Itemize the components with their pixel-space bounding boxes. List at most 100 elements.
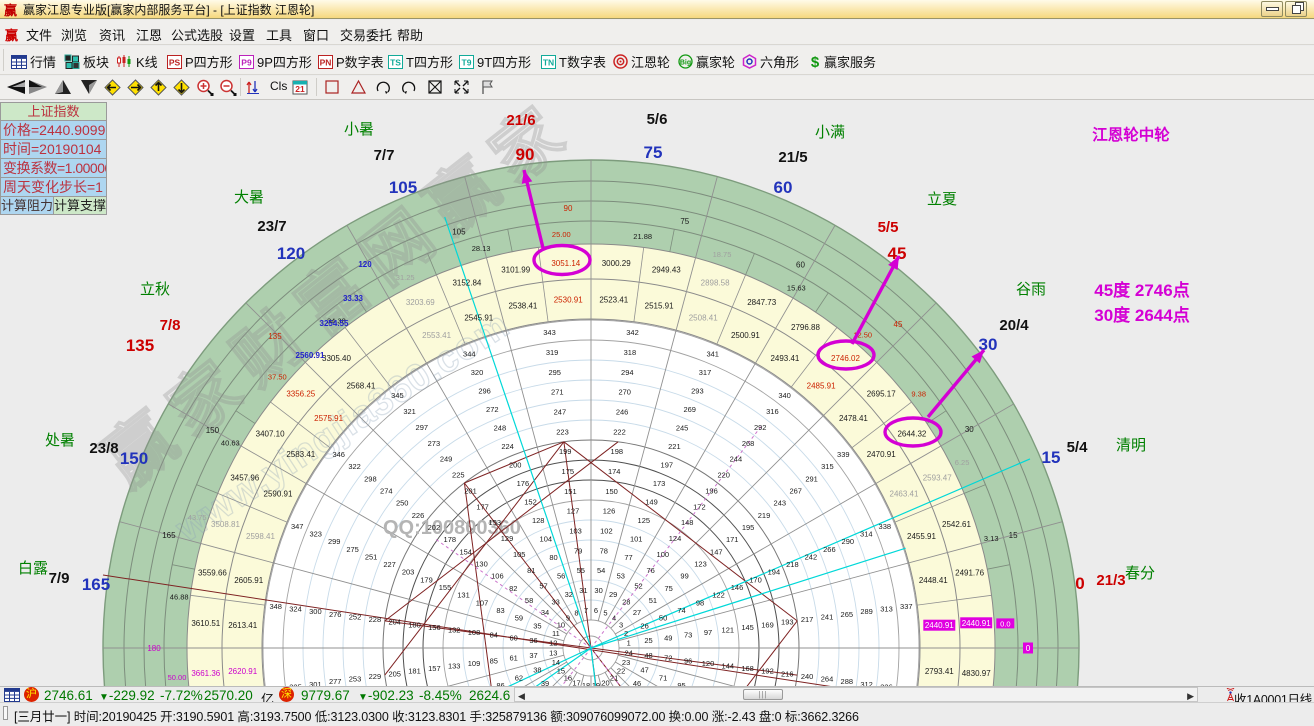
svg-text:174: 174 <box>608 467 621 476</box>
svg-text:148: 148 <box>681 518 694 527</box>
svg-text:31: 31 <box>579 586 587 595</box>
svg-text:59: 59 <box>515 614 523 623</box>
svg-text:154: 154 <box>459 547 472 556</box>
svg-text:46.88: 46.88 <box>170 592 189 601</box>
svg-text:2538.41: 2538.41 <box>508 302 537 311</box>
svg-text:81: 81 <box>527 566 535 575</box>
svg-text:198: 198 <box>611 447 624 456</box>
svg-text:96: 96 <box>684 656 692 665</box>
svg-text:248: 248 <box>494 424 507 433</box>
svg-text:339: 339 <box>837 450 850 459</box>
svg-text:13: 13 <box>549 649 557 658</box>
svg-text:244: 244 <box>730 455 743 464</box>
svg-text:2898.58: 2898.58 <box>701 279 730 288</box>
svg-text:2793.41: 2793.41 <box>925 667 954 676</box>
svg-text:323: 323 <box>309 530 322 539</box>
svg-text:274: 274 <box>380 486 393 495</box>
svg-text:314: 314 <box>860 530 873 539</box>
svg-text:20: 20 <box>601 679 609 686</box>
svg-text:120: 120 <box>702 659 715 668</box>
svg-text:TS: TS <box>390 57 401 67</box>
svg-text:23: 23 <box>622 658 630 667</box>
svg-text:229: 229 <box>369 672 382 681</box>
svg-text:5/5: 5/5 <box>878 219 899 236</box>
svg-text:3661.36: 3661.36 <box>191 669 220 678</box>
svg-text:4: 4 <box>612 613 616 622</box>
svg-text:28: 28 <box>622 598 630 607</box>
svg-text:122: 122 <box>712 591 725 600</box>
svg-text:2847.73: 2847.73 <box>747 298 776 307</box>
svg-text:24: 24 <box>625 649 633 658</box>
svg-text:3305.40: 3305.40 <box>322 354 351 363</box>
svg-text:0.0: 0.0 <box>1000 619 1010 628</box>
svg-text:290: 290 <box>842 537 855 546</box>
svg-text:21/5: 21/5 <box>778 149 807 166</box>
svg-text:226: 226 <box>412 511 425 520</box>
svg-text:2440.91: 2440.91 <box>925 621 954 630</box>
svg-text:3101.99: 3101.99 <box>501 265 530 274</box>
svg-text:221: 221 <box>668 442 681 451</box>
svg-text:春分: 春分 <box>1125 565 1155 582</box>
svg-text:203: 203 <box>402 568 415 577</box>
svg-text:25.00: 25.00 <box>552 230 571 239</box>
svg-text:321: 321 <box>403 407 416 416</box>
svg-text:101: 101 <box>630 535 643 544</box>
svg-text:立夏: 立夏 <box>927 191 957 208</box>
svg-text:128: 128 <box>532 516 545 525</box>
svg-text:157: 157 <box>428 664 441 673</box>
svg-text:2590.91: 2590.91 <box>264 490 293 499</box>
svg-text:195: 195 <box>742 523 755 532</box>
svg-text:2545.91: 2545.91 <box>464 314 493 323</box>
svg-text:33: 33 <box>552 598 560 607</box>
svg-text:176: 176 <box>517 479 530 488</box>
svg-text:132: 132 <box>448 626 461 635</box>
svg-text:75: 75 <box>665 584 673 593</box>
svg-text:318: 318 <box>624 348 637 357</box>
svg-text:120: 120 <box>277 244 305 263</box>
svg-text:109: 109 <box>468 659 481 668</box>
svg-text:273: 273 <box>428 439 441 448</box>
svg-text:2493.41: 2493.41 <box>770 354 799 363</box>
svg-text:53: 53 <box>617 571 625 580</box>
svg-text:123: 123 <box>694 560 707 569</box>
svg-text:150: 150 <box>120 449 148 468</box>
svg-text:小暑: 小暑 <box>344 121 374 138</box>
svg-text:178: 178 <box>444 535 457 544</box>
svg-text:289: 289 <box>860 607 873 616</box>
svg-text:TN: TN <box>543 57 554 67</box>
svg-text:316: 316 <box>766 407 779 416</box>
svg-text:216: 216 <box>781 669 794 678</box>
svg-text:291: 291 <box>805 474 818 483</box>
svg-text:15: 15 <box>1009 531 1018 540</box>
svg-text:2598.41: 2598.41 <box>246 532 275 541</box>
svg-text:295: 295 <box>548 368 561 377</box>
svg-text:35: 35 <box>533 621 541 630</box>
svg-text:39: 39 <box>541 679 549 686</box>
svg-text:白露: 白露 <box>18 560 48 577</box>
svg-text:227: 227 <box>383 560 396 569</box>
svg-text:251: 251 <box>365 552 378 561</box>
svg-text:225: 225 <box>452 471 465 480</box>
svg-text:7/9: 7/9 <box>49 570 70 587</box>
svg-text:2: 2 <box>624 629 628 638</box>
svg-text:小满: 小满 <box>815 124 845 141</box>
svg-text:52: 52 <box>634 582 642 591</box>
svg-text:320: 320 <box>471 368 484 377</box>
svg-text:222: 222 <box>613 427 626 436</box>
svg-text:27: 27 <box>633 608 641 617</box>
svg-text:173: 173 <box>653 479 666 488</box>
svg-text:2448.41: 2448.41 <box>919 576 948 585</box>
svg-text:219: 219 <box>758 511 771 520</box>
svg-text:246: 246 <box>616 408 629 417</box>
svg-text:2508.41: 2508.41 <box>689 314 718 323</box>
svg-text:23/7: 23/7 <box>257 218 286 235</box>
svg-text:2644.32: 2644.32 <box>897 430 926 439</box>
svg-text:217: 217 <box>801 615 814 624</box>
svg-text:105: 105 <box>513 550 526 559</box>
svg-text:32: 32 <box>565 590 573 599</box>
svg-text:194: 194 <box>768 568 781 577</box>
svg-text:71: 71 <box>659 673 667 682</box>
svg-text:77: 77 <box>624 553 632 562</box>
svg-text:2620.91: 2620.91 <box>228 667 257 676</box>
svg-text:201: 201 <box>464 486 477 495</box>
